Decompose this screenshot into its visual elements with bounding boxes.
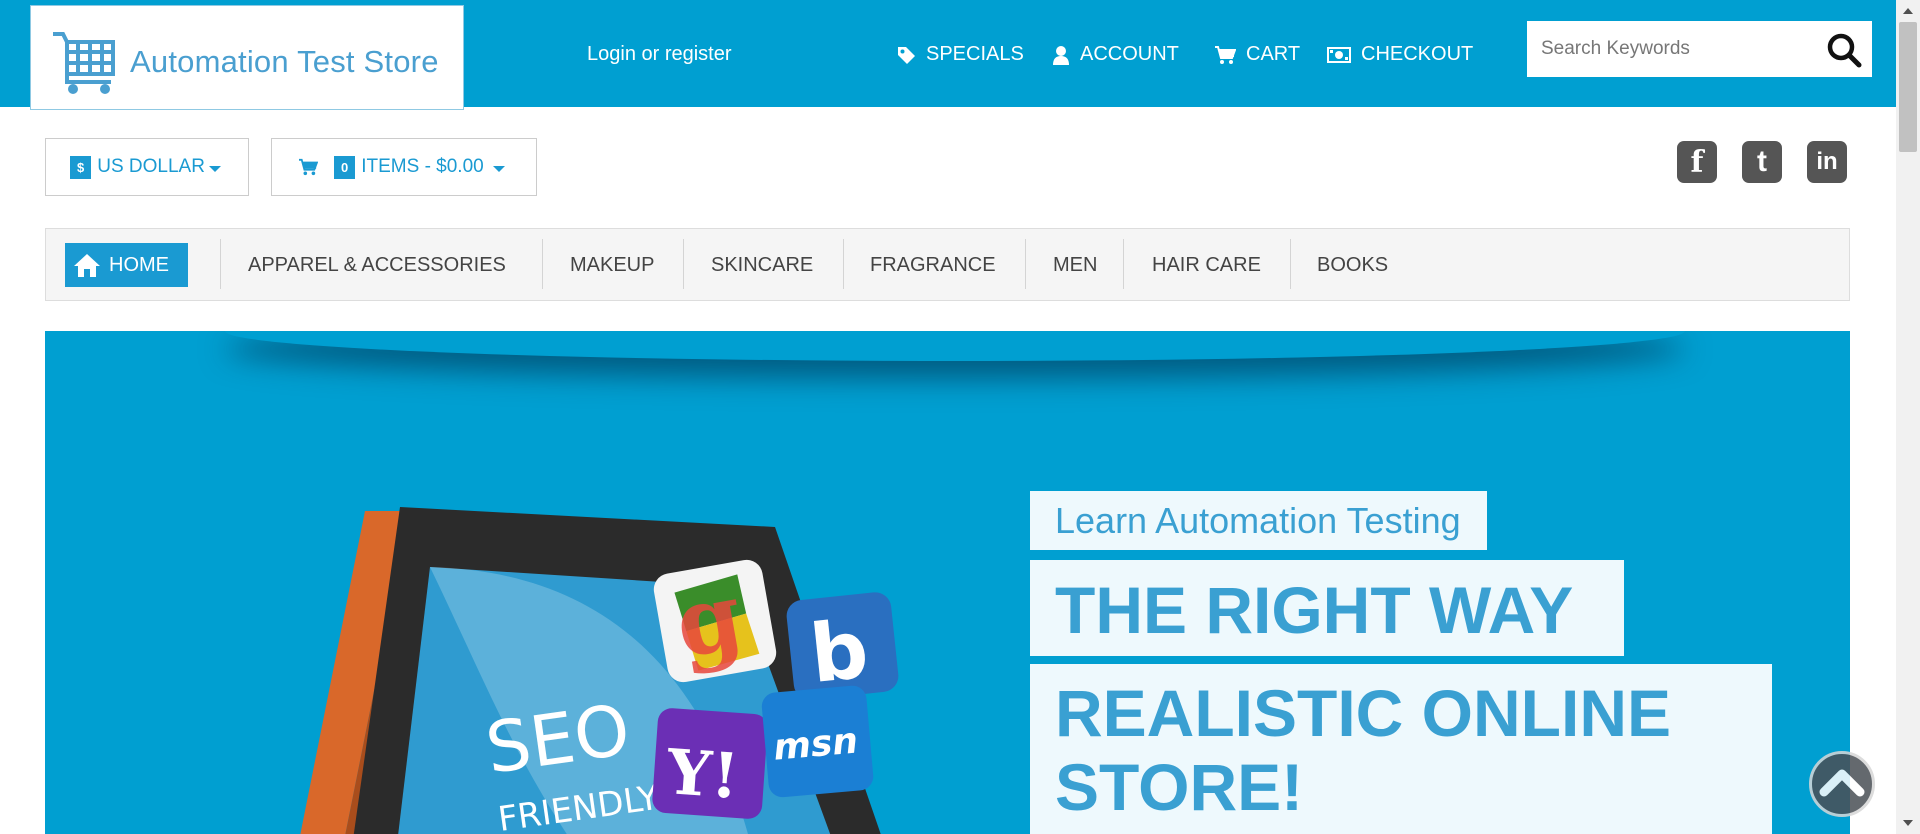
chevron-up-icon xyxy=(1819,769,1865,797)
svg-text:b: b xyxy=(806,603,873,701)
cart-logo-icon xyxy=(49,26,119,101)
home-icon xyxy=(74,254,100,277)
tag-icon xyxy=(898,46,915,64)
search-icon xyxy=(1827,33,1862,68)
nav-cart-label: CART xyxy=(1246,43,1301,65)
scroll-up-arrow-icon[interactable] xyxy=(1896,4,1920,18)
menu-divider xyxy=(542,239,543,289)
facebook-icon[interactable]: f xyxy=(1677,141,1717,183)
back-to-top-button[interactable] xyxy=(1809,751,1875,817)
hero-line-1-text: Learn Automation Testing xyxy=(1055,500,1461,541)
msn-badge-text: msn xyxy=(772,721,860,769)
store-logo[interactable]: Automation Test Store xyxy=(30,5,464,110)
linkedin-icon[interactable]: in xyxy=(1807,141,1847,183)
hero-line-3: REALISTIC ONLINE STORE! xyxy=(1030,664,1772,834)
nav-account-label: ACCOUNT xyxy=(1080,43,1179,65)
yahoo-badge-text: Y! xyxy=(664,735,741,813)
menu-item-hair-care[interactable]: HAIR CARE xyxy=(1152,254,1261,277)
scroll-down-arrow-icon[interactable] xyxy=(1896,816,1920,830)
menu-home-button[interactable]: HOME xyxy=(65,243,188,287)
search-box xyxy=(1527,21,1872,77)
nav-checkout[interactable]: CHECKOUT xyxy=(1327,43,1473,66)
seo-laptop-illustration: SEO FRIENDLY g b Y! msn xyxy=(300,507,899,834)
menu-divider xyxy=(1290,239,1291,289)
cart-icon xyxy=(1215,45,1236,64)
menu-item-men[interactable]: MEN xyxy=(1053,254,1097,277)
cart-total-label: ITEMS - $0.00 xyxy=(361,156,484,177)
nav-specials-label: SPECIALS xyxy=(926,43,1024,65)
menu-item-apparel[interactable]: APPAREL & ACCESSORIES xyxy=(248,254,506,277)
menu-divider xyxy=(683,239,684,289)
twitter-icon[interactable]: t xyxy=(1742,141,1782,183)
chevron-down-icon xyxy=(208,165,221,172)
category-menu: HOME APPAREL & ACCESSORIES MAKEUP SKINCA… xyxy=(45,228,1850,301)
hero-banner[interactable]: SEO FRIENDLY g b Y! msn Learn Automation… xyxy=(45,331,1850,834)
nav-account[interactable]: ACCOUNT xyxy=(1052,43,1179,66)
search-button[interactable] xyxy=(1826,32,1862,68)
chevron-down-icon xyxy=(492,165,505,172)
currency-symbol: $ xyxy=(70,155,92,179)
login-register-link[interactable]: Login or register xyxy=(587,43,732,66)
hero-line-1: Learn Automation Testing xyxy=(1030,491,1487,550)
menu-divider xyxy=(1025,239,1026,289)
search-input[interactable] xyxy=(1527,21,1807,77)
menu-item-makeup[interactable]: MAKEUP xyxy=(570,254,654,277)
hero-line-2-text: THE RIGHT WAY xyxy=(1055,573,1574,647)
menu-divider xyxy=(220,239,221,289)
menu-item-fragrance[interactable]: FRAGRANCE xyxy=(870,254,996,277)
nav-checkout-label: CHECKOUT xyxy=(1361,43,1474,65)
menu-home-label: HOME xyxy=(109,253,169,276)
hero-line-2: THE RIGHT WAY xyxy=(1030,560,1624,656)
scrollbar-thumb[interactable] xyxy=(1899,22,1917,152)
logo-text: Automation Test Store xyxy=(130,44,439,79)
menu-divider xyxy=(843,239,844,289)
cart-icon xyxy=(299,158,318,176)
hero-line-3b-text: STORE! xyxy=(1055,750,1304,824)
money-icon xyxy=(1327,46,1351,63)
hero-line-3a-text: REALISTIC ONLINE xyxy=(1055,676,1672,750)
cart-dropdown[interactable]: 0 ITEMS - $0.00 xyxy=(271,138,537,196)
banner-shadow xyxy=(225,331,1685,361)
currency-dropdown[interactable]: $ US DOLLAR xyxy=(45,138,249,196)
menu-item-skincare[interactable]: SKINCARE xyxy=(711,254,813,277)
menu-divider xyxy=(1123,239,1124,289)
user-icon xyxy=(1053,45,1069,65)
cart-count-badge: 0 xyxy=(334,155,356,179)
menu-item-books[interactable]: BOOKS xyxy=(1317,254,1388,277)
nav-specials[interactable]: SPECIALS xyxy=(896,43,1024,66)
currency-label: US DOLLAR xyxy=(97,156,205,177)
nav-cart[interactable]: CART xyxy=(1214,43,1300,66)
